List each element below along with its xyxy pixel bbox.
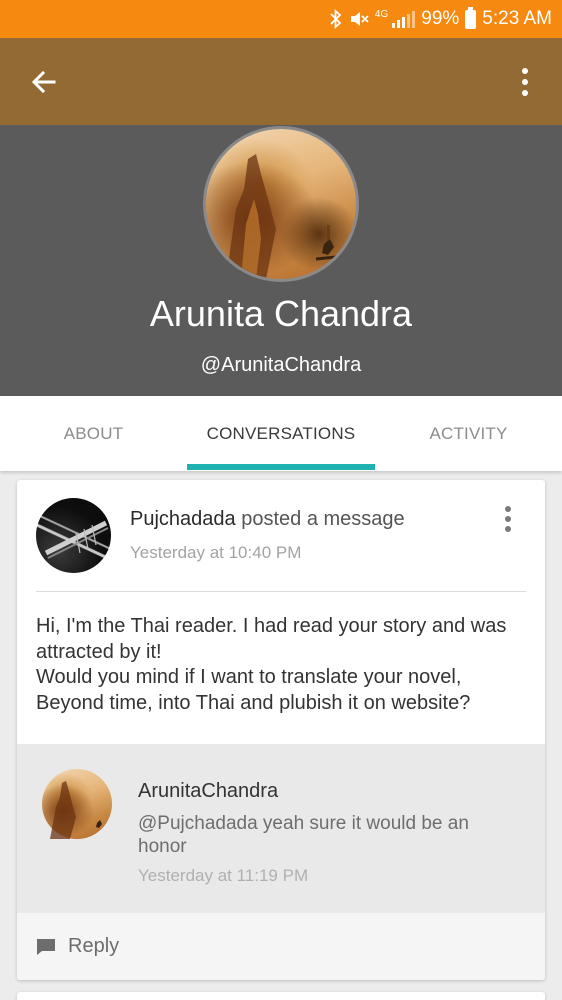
profile-header: Arunita Chandra @ArunitaChandra	[0, 125, 562, 396]
reply-item: ArunitaChandra @Pujchadada yeah sure it …	[17, 744, 545, 913]
more-vert-icon[interactable]	[510, 62, 540, 102]
reply-bar: Reply	[17, 913, 545, 980]
signal-icon	[392, 10, 416, 28]
reply-timestamp: Yesterday at 11:19 PM	[138, 866, 309, 885]
clock: 5:23 AM	[482, 8, 552, 29]
post-timestamp: Yesterday at 10:40 PM	[130, 543, 302, 562]
reply-button-label: Reply	[68, 935, 120, 957]
reply-author-name[interactable]: ArunitaChandra	[138, 780, 278, 803]
battery-icon	[465, 6, 477, 29]
post-body-line: Would you mind if I want to translate yo…	[36, 666, 471, 714]
status-bar: 4G 99% 5:23 AM	[0, 0, 562, 38]
tab-activity[interactable]: ACTIVITY	[375, 396, 562, 471]
tab-bar: ABOUT CONVERSATIONS ACTIVITY	[0, 396, 562, 471]
profile-name: Arunita Chandra	[149, 293, 413, 334]
battery-percent: 99%	[421, 8, 460, 29]
tab-about[interactable]: ABOUT	[0, 396, 187, 471]
post-author-name[interactable]: Pujchadada	[130, 508, 236, 530]
app-bar	[0, 38, 562, 125]
network-type: 4G	[374, 9, 389, 20]
mute-icon	[349, 10, 369, 28]
comment-icon	[36, 938, 56, 956]
conversation-card: Pujchadada posted a message Yesterday at…	[17, 480, 545, 980]
post-body-line: Hi, I'm the Thai reader. I had read your…	[36, 615, 507, 663]
post-body: Hi, I'm the Thai reader. I had read your…	[36, 614, 531, 716]
bluetooth-icon	[329, 9, 343, 29]
post-author-avatar[interactable]	[36, 498, 111, 573]
reply-author-avatar[interactable]	[42, 769, 112, 839]
profile-handle: @ArunitaChandra	[200, 354, 362, 376]
post-more-vert-icon[interactable]	[501, 504, 515, 534]
arrow-left-icon	[31, 70, 56, 94]
reply-text: @Pujchadada yeah sure it would be an hon…	[138, 813, 469, 857]
post-title: Pujchadada posted a message	[130, 508, 405, 531]
divider	[36, 591, 526, 592]
reply-button[interactable]: Reply	[36, 935, 119, 958]
next-conversation-card	[17, 992, 545, 1000]
profile-avatar[interactable]	[203, 126, 359, 282]
post-action: posted a message	[241, 508, 405, 530]
tab-conversations[interactable]: CONVERSATIONS	[187, 396, 375, 471]
active-tab-indicator	[187, 464, 375, 470]
back-button[interactable]	[24, 62, 64, 102]
